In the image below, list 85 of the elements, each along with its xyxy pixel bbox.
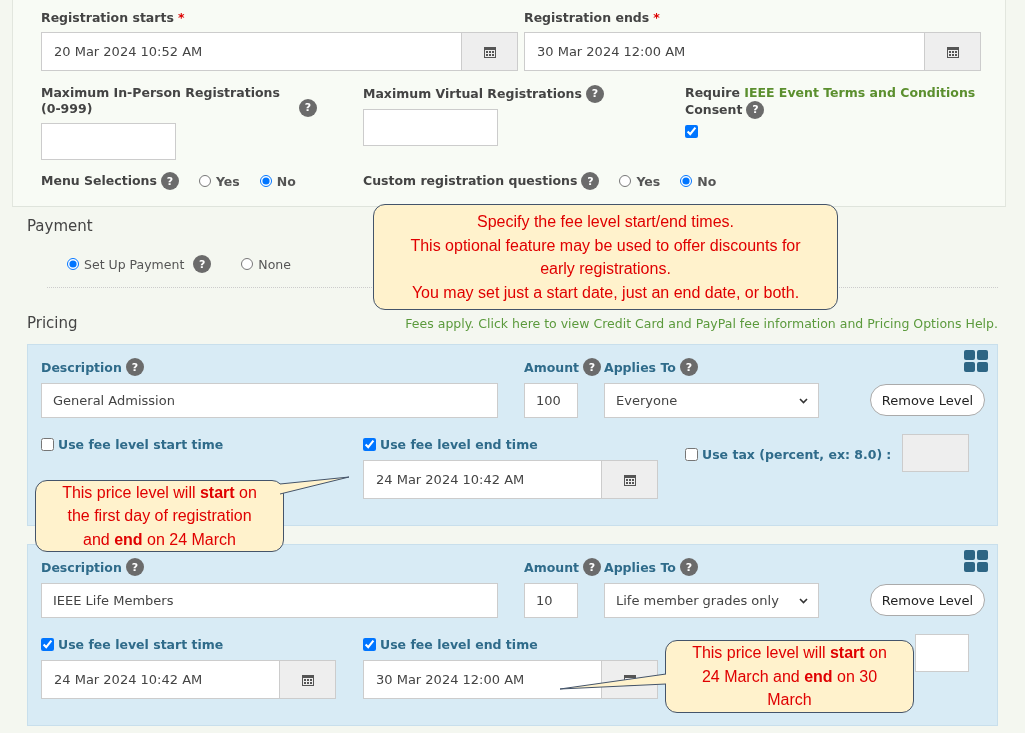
radio-label[interactable]: None [258, 256, 291, 272]
calendar-icon [623, 473, 636, 486]
date-field[interactable]: 30 Mar 2024 12:00 AM [524, 32, 981, 71]
field-label: Description [41, 559, 122, 575]
calendar-button[interactable] [601, 461, 657, 498]
checkbox-label[interactable]: Use fee level start time [58, 436, 224, 452]
help-icon[interactable]: ? [299, 99, 317, 117]
radio-button[interactable] [259, 175, 272, 187]
calendar-icon [483, 45, 496, 58]
help-icon[interactable]: ? [125, 558, 144, 576]
callout: This price level will start on 24 March and end on 30 March [665, 640, 914, 713]
calendar-icon [301, 673, 314, 686]
section-title: Pricing [27, 314, 78, 332]
help-icon[interactable]: ? [160, 172, 179, 190]
checkbox[interactable] [41, 437, 54, 451]
checkbox-label[interactable]: Use fee level end time [380, 636, 538, 652]
date-field[interactable]: 24 Mar 2024 10:42 AM [41, 660, 336, 699]
required-mark: * [653, 10, 660, 25]
text-input-field[interactable]: General Admission [41, 383, 498, 418]
field-label: Description [41, 359, 122, 375]
checkbox-label[interactable]: Use fee level end time [380, 436, 538, 452]
help-icon[interactable]: ? [583, 558, 602, 576]
help-icon[interactable]: ? [679, 558, 698, 576]
help-icon[interactable]: ? [583, 358, 602, 376]
consent-checkbox[interactable] [685, 125, 698, 138]
radio-label[interactable]: Set Up Payment [84, 256, 185, 272]
field-label: Applies To [604, 359, 676, 375]
radio-label[interactable]: No [276, 173, 296, 189]
amount-field[interactable]: 100 [524, 383, 578, 418]
field-label: Registration ends [524, 10, 650, 25]
radio-label[interactable]: No [697, 173, 717, 189]
checkbox[interactable] [363, 437, 376, 451]
help-icon[interactable]: ? [746, 101, 765, 119]
date-field[interactable]: 24 Mar 2024 10:42 AM [363, 460, 658, 499]
checkbox[interactable] [41, 637, 54, 651]
calendar-button[interactable] [924, 33, 980, 70]
number-input-field[interactable] [363, 109, 498, 146]
callout: This price level will start on the first day of registration and end on 24 March [35, 480, 284, 552]
date-field[interactable]: 20 Mar 2024 10:52 AM [41, 32, 518, 71]
radio-button[interactable] [241, 258, 254, 270]
checkbox-label[interactable]: Use fee level start time [58, 636, 224, 652]
calendar-icon [946, 45, 959, 58]
field-label: Maximum Virtual Registrations [363, 85, 582, 101]
help-icon[interactable]: ? [679, 358, 698, 376]
field-label: Consent [685, 101, 743, 117]
callout: Specify the fee level start/end times. This optional feature may be used to offer discounts for early registrations. You may set just a start date, just an end date, or both. [373, 204, 838, 310]
calendar-button[interactable] [279, 661, 335, 698]
date-field[interactable]: 30 Mar 2024 12:00 AM [363, 660, 658, 699]
field-label: Custom registration questions [363, 173, 578, 189]
field-label: Registration starts [41, 10, 174, 25]
radio-button[interactable] [680, 175, 693, 187]
field-label: Applies To [604, 559, 676, 575]
help-icon[interactable]: ? [585, 85, 604, 103]
field-label: Maximum In-Person Registrations (0-999) [41, 85, 281, 117]
field-label: Menu Selections [41, 173, 157, 189]
calendar-button[interactable] [461, 33, 517, 70]
radio-button[interactable] [619, 175, 632, 187]
select-dropdown[interactable]: Life member grades only [604, 583, 819, 618]
remove-level-button[interactable]: Remove Level [869, 384, 985, 416]
terms-link[interactable]: IEEE Event Terms and Conditions [744, 85, 976, 100]
radio-button[interactable] [198, 175, 211, 187]
chevron-down-icon [799, 397, 808, 404]
separator: : [886, 446, 892, 462]
help-icon[interactable]: ? [581, 172, 600, 190]
number-input-field[interactable] [41, 123, 176, 160]
field-label: Amount [524, 559, 580, 575]
checkbox[interactable] [363, 637, 376, 651]
radio-label[interactable]: Yes [215, 173, 240, 189]
grid-icon[interactable] [964, 350, 988, 372]
grid-icon[interactable] [964, 550, 988, 572]
tax-input-field[interactable] [915, 634, 969, 672]
radio-button[interactable] [67, 258, 79, 270]
section-title: Payment [27, 217, 93, 235]
amount-field[interactable]: 10 [524, 583, 578, 618]
chevron-down-icon [799, 597, 808, 604]
remove-level-button[interactable]: Remove Level [869, 584, 985, 616]
radio-label[interactable]: Yes [636, 173, 661, 189]
select-dropdown[interactable]: Everyone [604, 383, 819, 418]
field-label: Amount [524, 359, 580, 375]
required-mark: * [177, 10, 185, 25]
help-icon[interactable]: ? [125, 358, 144, 376]
field-label: Require [685, 85, 741, 100]
text-input-field[interactable]: IEEE Life Members [41, 583, 498, 618]
callout-pointer [279, 476, 351, 496]
help-icon[interactable]: ? [193, 255, 212, 273]
